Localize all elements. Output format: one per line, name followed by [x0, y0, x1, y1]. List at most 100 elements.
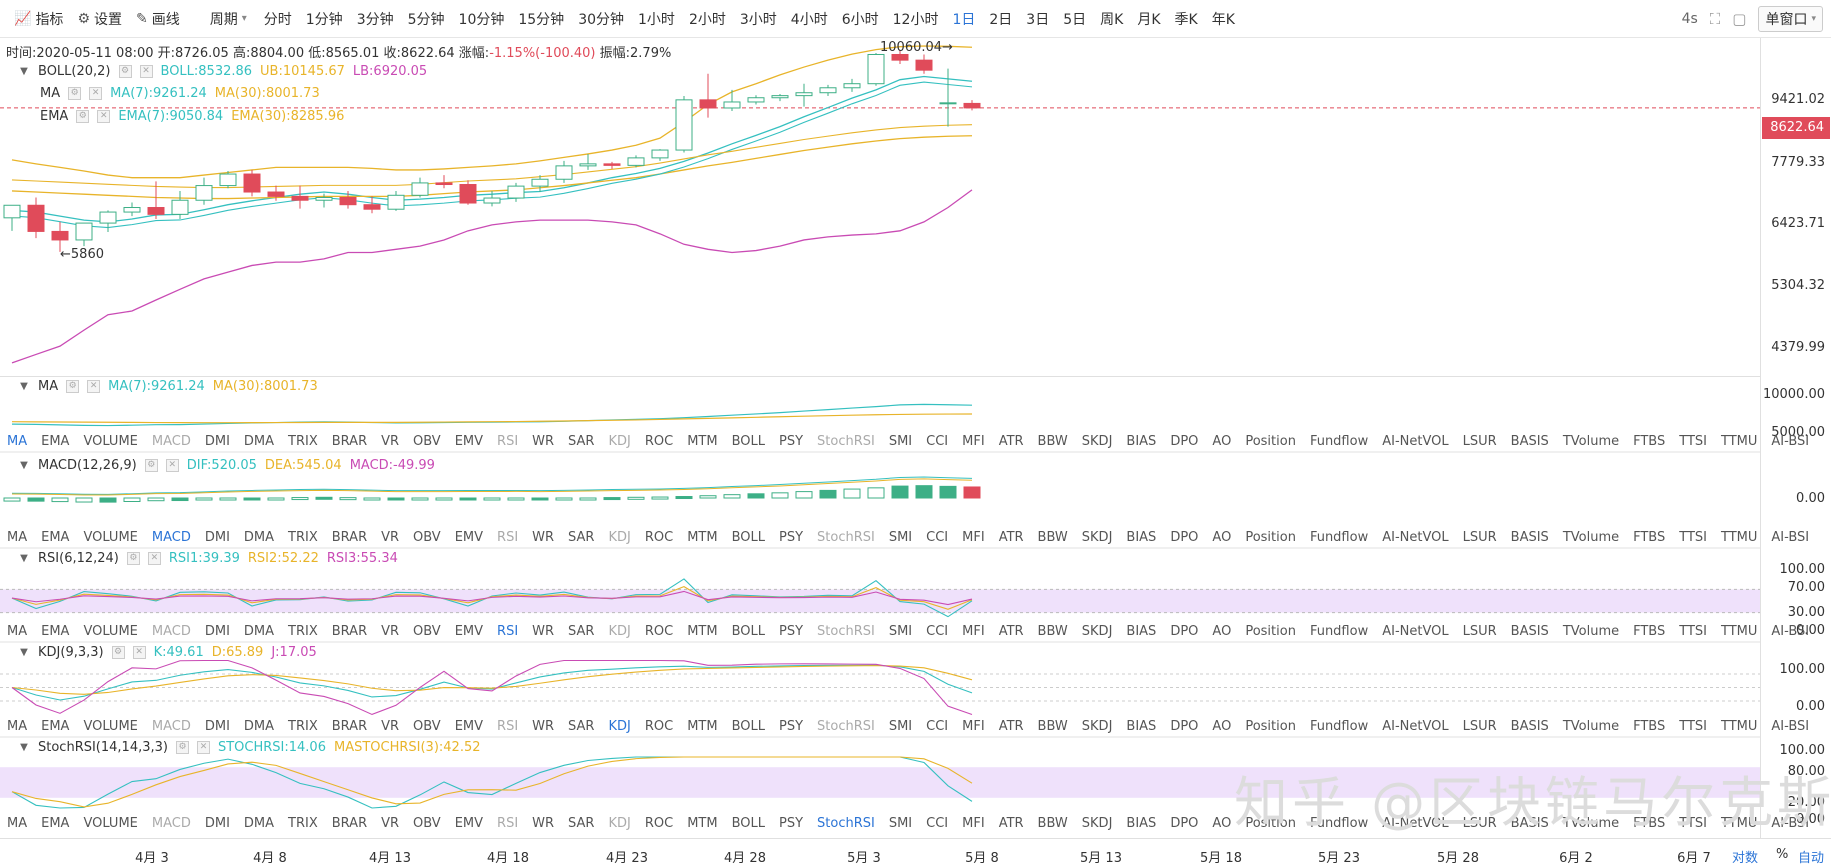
- chevron-down-icon[interactable]: ▼: [16, 460, 32, 471]
- indicator-tab[interactable]: PSY: [779, 434, 803, 449]
- indicator-tab[interactable]: KDJ: [608, 624, 630, 639]
- indicator-tab[interactable]: LSUR: [1463, 434, 1497, 449]
- indicator-tab[interactable]: BASIS: [1511, 624, 1549, 639]
- indicator-tab[interactable]: PSY: [779, 719, 803, 734]
- indicator-tab[interactable]: EMA: [41, 530, 69, 545]
- indicator-tab[interactable]: MA: [7, 530, 27, 545]
- indicator-tab[interactable]: RSI: [497, 719, 518, 734]
- indicator-tab[interactable]: BOLL: [732, 530, 765, 545]
- indicator-tab[interactable]: BASIS: [1511, 719, 1549, 734]
- indicator-tab[interactable]: BASIS: [1511, 530, 1549, 545]
- indicator-tab[interactable]: MTM: [687, 530, 717, 545]
- indicator-tab[interactable]: Fundflow: [1310, 530, 1368, 545]
- indicator-tab[interactable]: EMV: [455, 719, 483, 734]
- indicator-tab[interactable]: LSUR: [1463, 624, 1497, 639]
- chevron-down-icon[interactable]: ▼: [16, 553, 32, 564]
- indicator-tab[interactable]: SKDJ: [1082, 434, 1113, 449]
- indicator-tab[interactable]: TRIX: [288, 816, 318, 831]
- indicator-tab[interactable]: CCI: [926, 434, 948, 449]
- indicator-tab[interactable]: EMV: [455, 530, 483, 545]
- indicator-tab[interactable]: TRIX: [288, 530, 318, 545]
- indicator-tab[interactable]: DPO: [1170, 624, 1198, 639]
- log-scale-toggle[interactable]: 对数: [1732, 847, 1758, 866]
- indicator-tab[interactable]: Fundflow: [1310, 434, 1368, 449]
- indicator-tab[interactable]: MTM: [687, 816, 717, 831]
- indicator-tab[interactable]: EMV: [455, 624, 483, 639]
- indicator-tab[interactable]: SKDJ: [1082, 624, 1113, 639]
- indicator-tab[interactable]: OBV: [413, 719, 441, 734]
- indicator-tab[interactable]: BBW: [1038, 719, 1068, 734]
- indicator-tab[interactable]: AI-BSI: [1771, 530, 1809, 545]
- indicator-tab[interactable]: VOLUME: [83, 719, 137, 734]
- indicator-tab[interactable]: MFI: [962, 624, 985, 639]
- indicator-tab[interactable]: VOLUME: [83, 530, 137, 545]
- close-icon[interactable]: ✕: [147, 552, 161, 565]
- window-mode-button[interactable]: 单窗口 ▾: [1758, 6, 1823, 32]
- indicator-tab[interactable]: VR: [381, 719, 399, 734]
- indicator-tab[interactable]: ATR: [999, 719, 1024, 734]
- indicator-tab[interactable]: EMA: [41, 434, 69, 449]
- indicator-tab[interactable]: TTMU: [1721, 624, 1757, 639]
- indicator-tab[interactable]: AO: [1212, 624, 1231, 639]
- indicator-tab[interactable]: SMI: [889, 530, 912, 545]
- indicator-tab[interactable]: BIAS: [1126, 530, 1156, 545]
- indicator-tab[interactable]: WR: [532, 434, 554, 449]
- indicator-tab[interactable]: Fundflow: [1310, 719, 1368, 734]
- indicator-tab[interactable]: MFI: [962, 816, 985, 831]
- indicator-tab[interactable]: EMA: [41, 719, 69, 734]
- indicator-tab[interactable]: AO: [1212, 719, 1231, 734]
- indicator-tab[interactable]: MA: [7, 719, 27, 734]
- indicator-tab[interactable]: ROC: [645, 624, 673, 639]
- indicator-tab[interactable]: SKDJ: [1082, 719, 1113, 734]
- indicator-tab[interactable]: CCI: [926, 719, 948, 734]
- indicator-tab[interactable]: DMI: [205, 624, 230, 639]
- indicator-tab[interactable]: VOLUME: [83, 816, 137, 831]
- indicator-tab[interactable]: TVolume: [1563, 434, 1619, 449]
- indicator-tab[interactable]: TTSI: [1679, 434, 1707, 449]
- indicator-tab[interactable]: BIAS: [1126, 816, 1156, 831]
- indicator-tab[interactable]: SAR: [568, 624, 594, 639]
- indicator-tab[interactable]: MFI: [962, 434, 985, 449]
- indicator-tab[interactable]: PSY: [779, 624, 803, 639]
- settings-small-icon[interactable]: ⚙: [144, 459, 158, 472]
- indicator-tab[interactable]: MACD: [152, 434, 191, 449]
- indicator-tab[interactable]: PSY: [779, 530, 803, 545]
- indicator-tab[interactable]: DMI: [205, 434, 230, 449]
- indicator-tab[interactable]: AI-NetVOL: [1382, 434, 1448, 449]
- indicator-tab[interactable]: LSUR: [1463, 530, 1497, 545]
- indicator-tab[interactable]: VOLUME: [83, 624, 137, 639]
- indicator-tab[interactable]: TTSI: [1679, 624, 1707, 639]
- indicator-tab[interactable]: KDJ: [608, 530, 630, 545]
- indicator-tab[interactable]: BRAR: [332, 624, 367, 639]
- indicator-tab[interactable]: AO: [1212, 530, 1231, 545]
- indicator-tab[interactable]: DMA: [244, 816, 274, 831]
- indicator-tab[interactable]: OBV: [413, 434, 441, 449]
- settings-small-icon[interactable]: ⚙: [175, 741, 189, 754]
- indicator-tab[interactable]: BRAR: [332, 530, 367, 545]
- indicator-tab[interactable]: Fundflow: [1310, 624, 1368, 639]
- indicator-tab[interactable]: DPO: [1170, 530, 1198, 545]
- indicator-tab[interactable]: BRAR: [332, 434, 367, 449]
- indicator-tab[interactable]: TVolume: [1563, 624, 1619, 639]
- indicator-tab[interactable]: MACD: [152, 624, 191, 639]
- indicator-tab[interactable]: BBW: [1038, 624, 1068, 639]
- indicator-tab[interactable]: RSI: [497, 816, 518, 831]
- price-chart[interactable]: [0, 0, 1760, 838]
- indicator-tab[interactable]: BOLL: [732, 434, 765, 449]
- indicator-tab[interactable]: AI-NetVOL: [1382, 719, 1448, 734]
- indicator-tab[interactable]: DMI: [205, 530, 230, 545]
- indicator-tab[interactable]: DMI: [205, 719, 230, 734]
- indicator-tab[interactable]: FTBS: [1633, 530, 1665, 545]
- indicator-tab[interactable]: KDJ: [608, 816, 630, 831]
- indicator-tab[interactable]: MFI: [962, 719, 985, 734]
- indicator-tab[interactable]: AI-BSI: [1771, 434, 1809, 449]
- indicator-tab[interactable]: WR: [532, 530, 554, 545]
- indicator-tab[interactable]: VR: [381, 816, 399, 831]
- indicator-tab[interactable]: PSY: [779, 816, 803, 831]
- indicator-tab[interactable]: AO: [1212, 434, 1231, 449]
- indicator-tab[interactable]: TTSI: [1679, 719, 1707, 734]
- indicator-tab[interactable]: SMI: [889, 434, 912, 449]
- indicator-tab[interactable]: TRIX: [288, 719, 318, 734]
- indicator-tab[interactable]: BBW: [1038, 434, 1068, 449]
- indicator-tab[interactable]: SKDJ: [1082, 816, 1113, 831]
